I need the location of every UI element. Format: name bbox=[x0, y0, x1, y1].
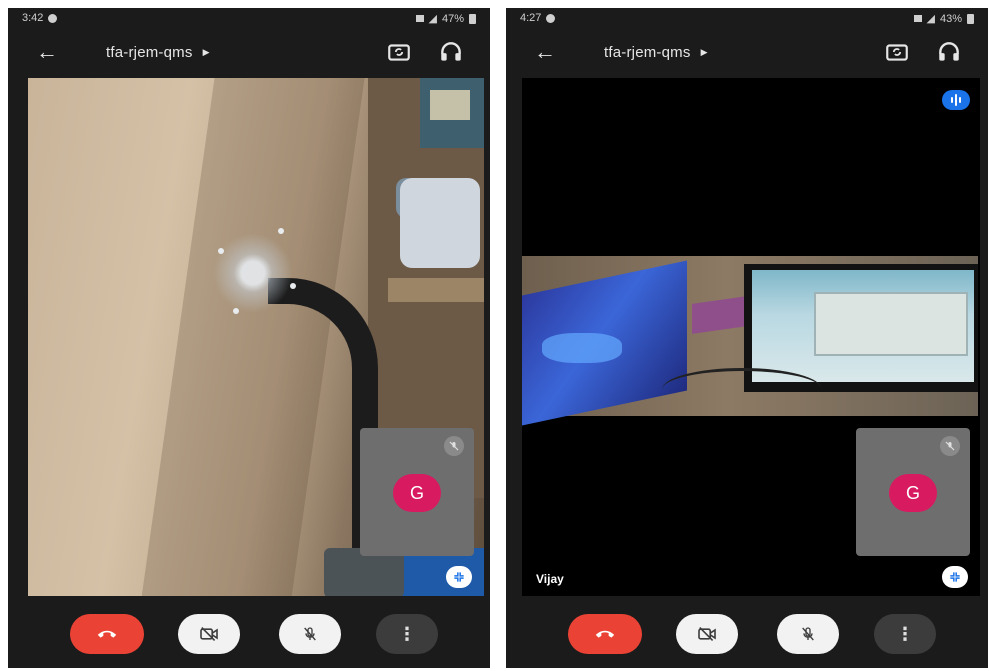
meeting-header: ← tfa-rjem-qms ▶ bbox=[506, 34, 988, 74]
microphone-toggle-button[interactable] bbox=[777, 614, 839, 654]
phone-screen-left: 3:42 ◢ 47% ← tfa-rjem-qms ▶ G ⋮ bbox=[8, 8, 490, 668]
notification-icon bbox=[48, 13, 58, 23]
end-call-button[interactable] bbox=[568, 614, 642, 654]
speaking-indicator-icon bbox=[942, 90, 970, 110]
status-bar: 3:42 ◢ 47% bbox=[8, 8, 490, 30]
switch-camera-icon[interactable] bbox=[386, 39, 412, 65]
camera-toggle-button[interactable] bbox=[178, 614, 240, 654]
meeting-code-text: tfa-rjem-qms bbox=[106, 44, 193, 61]
headphones-icon[interactable] bbox=[438, 39, 464, 65]
meeting-code[interactable]: tfa-rjem-qms ▶ bbox=[604, 44, 708, 61]
signal-icon: ◢ bbox=[926, 13, 935, 25]
mic-off-icon bbox=[304, 627, 316, 641]
call-controls: ⋮ bbox=[8, 614, 490, 660]
cast-icon bbox=[415, 15, 424, 22]
video-off-icon bbox=[698, 627, 716, 641]
phone-hangup-icon bbox=[97, 630, 117, 638]
battery-icon bbox=[967, 13, 974, 24]
end-call-button[interactable] bbox=[70, 614, 144, 654]
notification-icon bbox=[546, 13, 556, 23]
switch-camera-icon[interactable] bbox=[884, 39, 910, 65]
phone-hangup-icon bbox=[595, 630, 615, 638]
main-video[interactable]: G Vijay bbox=[522, 78, 980, 596]
battery-percent: 47% bbox=[441, 12, 464, 25]
participant-name: Vijay bbox=[536, 572, 564, 586]
more-options-button[interactable]: ⋮ bbox=[376, 614, 438, 654]
layout-button[interactable] bbox=[446, 566, 472, 588]
layout-button[interactable] bbox=[942, 566, 968, 588]
status-time: 3:42 bbox=[22, 12, 44, 24]
status-time: 4:27 bbox=[520, 12, 542, 24]
caret-right-icon: ▶ bbox=[202, 47, 210, 57]
status-bar: 4:27 ◢ 43% bbox=[506, 8, 988, 30]
self-view-tile[interactable]: G bbox=[360, 428, 474, 556]
battery-icon bbox=[469, 13, 476, 24]
headphones-icon[interactable] bbox=[936, 39, 962, 65]
more-vertical-icon: ⋮ bbox=[896, 623, 914, 644]
main-video[interactable]: G bbox=[28, 78, 484, 596]
meeting-code[interactable]: tfa-rjem-qms ▶ bbox=[106, 44, 210, 61]
camera-toggle-button[interactable] bbox=[676, 614, 738, 654]
more-options-button[interactable]: ⋮ bbox=[874, 614, 936, 654]
microphone-toggle-button[interactable] bbox=[279, 614, 341, 654]
avatar: G bbox=[393, 474, 441, 512]
signal-icon: ◢ bbox=[428, 13, 437, 25]
avatar: G bbox=[889, 474, 937, 512]
cast-icon bbox=[913, 15, 922, 22]
battery-percent: 43% bbox=[939, 12, 962, 25]
meeting-header: ← tfa-rjem-qms ▶ bbox=[8, 34, 490, 74]
back-arrow-icon[interactable]: ← bbox=[36, 40, 58, 64]
mic-off-icon bbox=[940, 436, 960, 456]
meeting-code-text: tfa-rjem-qms bbox=[604, 44, 691, 61]
grid-icon bbox=[454, 572, 464, 582]
more-vertical-icon: ⋮ bbox=[398, 623, 416, 644]
self-view-tile[interactable]: G bbox=[856, 428, 970, 556]
mic-off-icon bbox=[802, 627, 814, 641]
phone-screen-right: 4:27 ◢ 43% ← tfa-rjem-qms ▶ G Vijay ⋮ bbox=[506, 8, 988, 668]
video-off-icon bbox=[200, 627, 218, 641]
call-controls: ⋮ bbox=[506, 614, 988, 660]
mic-off-icon bbox=[444, 436, 464, 456]
caret-right-icon: ▶ bbox=[700, 47, 708, 57]
back-arrow-icon[interactable]: ← bbox=[534, 40, 556, 64]
grid-icon bbox=[950, 572, 960, 582]
